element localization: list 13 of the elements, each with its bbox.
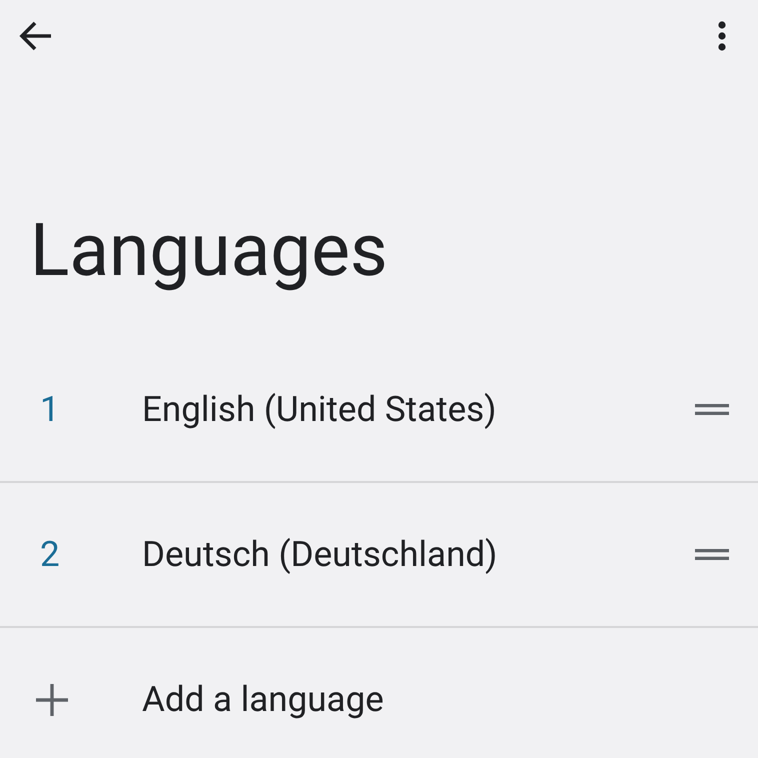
row-label: Deutsch (Deutschland): [142, 534, 498, 575]
rank-number: 2: [39, 534, 60, 575]
plus-icon: [35, 682, 69, 716]
language-row[interactable]: 2 Deutsch (Deutschland): [0, 483, 758, 628]
language-row[interactable]: 1 English (United States): [0, 338, 758, 483]
more-options-icon[interactable]: [718, 21, 726, 51]
rank-number: 1: [39, 389, 60, 430]
drag-handle-icon[interactable]: [695, 404, 729, 415]
back-icon[interactable]: [19, 21, 53, 51]
row-label: Add a language: [142, 679, 385, 720]
add-language-row[interactable]: Add a language: [0, 628, 758, 758]
drag-handle-icon[interactable]: [695, 549, 729, 560]
row-label: English (United States): [142, 389, 498, 430]
